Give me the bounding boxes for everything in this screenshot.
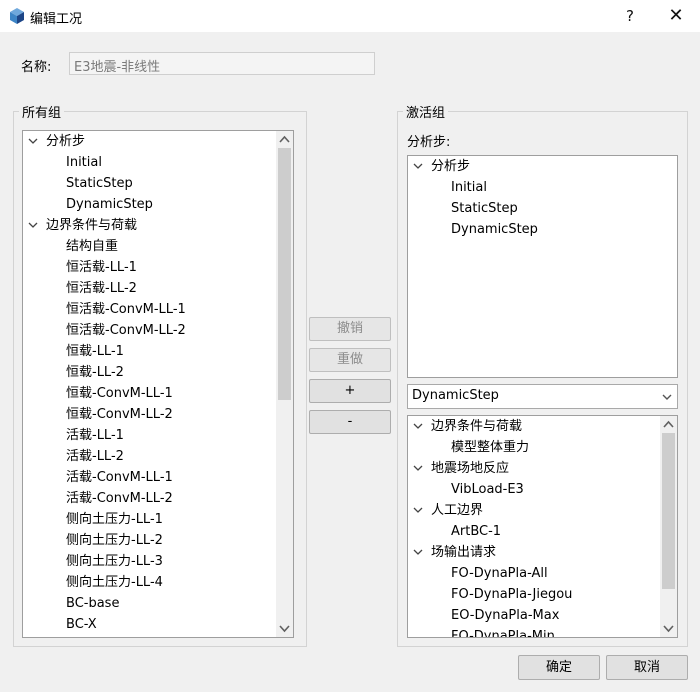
tree-item[interactable]: DynamicStep: [451, 219, 538, 240]
name-label: 名称:: [21, 60, 52, 75]
tree-group-node[interactable]: 分析步: [431, 156, 470, 177]
tree-item[interactable]: StaticStep: [451, 198, 518, 219]
tree-item[interactable]: 恒活载-ConvM-LL-1: [66, 299, 186, 320]
all-groups-title: 所有组: [19, 102, 65, 121]
chevron-down-icon[interactable]: [412, 542, 424, 563]
tree-item[interactable]: 侧向土压力-LL-3: [66, 551, 163, 572]
tree-item[interactable]: 活载-ConvM-LL-1: [66, 467, 173, 488]
tree-item[interactable]: 侧向土压力-LL-1: [66, 509, 163, 530]
cancel-button[interactable]: 取消: [606, 655, 688, 680]
chevron-down-icon[interactable]: [27, 215, 39, 236]
tree-item[interactable]: VibLoad-E3: [451, 479, 524, 500]
active-steps-tree[interactable]: 分析步 Initial StaticStep DynamicStep: [407, 155, 678, 378]
scroll-thumb[interactable]: [278, 148, 291, 400]
tree-item[interactable]: 恒载-ConvM-LL-2: [66, 404, 173, 425]
tree-item[interactable]: Initial: [451, 177, 487, 198]
tree-item[interactable]: EO-DynaPla-Max: [451, 605, 559, 626]
tree-group-node[interactable]: 边界条件与荷载: [431, 416, 522, 437]
tree-item[interactable]: FO-DynaPla-Jiegou: [451, 584, 572, 605]
undo-button[interactable]: 撤销: [309, 317, 391, 341]
tree-item[interactable]: 恒载-LL-1: [66, 341, 124, 362]
tree-item[interactable]: ArtBC-1: [451, 521, 501, 542]
cube-icon: [10, 8, 24, 24]
tree-item[interactable]: 恒活载-LL-2: [66, 278, 137, 299]
help-button[interactable]: ?: [608, 0, 652, 32]
tree-item[interactable]: 恒载-ConvM-LL-1: [66, 383, 173, 404]
remove-button[interactable]: -: [309, 410, 391, 434]
tree-item[interactable]: Initial: [66, 152, 102, 173]
tree-item[interactable]: DynamicStep: [66, 194, 153, 215]
tree-item[interactable]: 活载-LL-1: [66, 425, 124, 446]
tree-group-node[interactable]: 分析步: [46, 131, 85, 152]
tree-item[interactable]: FO-DynaPla-All: [451, 563, 548, 584]
scroll-up-icon[interactable]: [276, 131, 293, 148]
tree-group-node[interactable]: 人工边界: [431, 500, 483, 521]
scroll-up-icon[interactable]: [660, 416, 677, 433]
name-field[interactable]: E3地震-非线性: [69, 52, 375, 75]
step-select-value: DynamicStep: [412, 388, 499, 403]
tree-item[interactable]: 侧向土压力-LL-2: [66, 530, 163, 551]
tree-item[interactable]: 恒活载-ConvM-LL-2: [66, 320, 186, 341]
tree-item[interactable]: 活载-LL-2: [66, 446, 124, 467]
tree-item[interactable]: 活载-ConvM-LL-2: [66, 488, 173, 509]
tree-item[interactable]: FO-DynaPla-Min: [451, 626, 555, 637]
tree-item[interactable]: 恒活载-LL-1: [66, 257, 137, 278]
add-button[interactable]: +: [309, 379, 391, 403]
scroll-down-icon[interactable]: [660, 620, 677, 637]
close-button[interactable]: ✕: [654, 0, 698, 32]
tree-item[interactable]: 模型整体重力: [451, 437, 529, 458]
chevron-down-icon[interactable]: [412, 458, 424, 479]
scroll-thumb[interactable]: [662, 433, 675, 589]
step-select[interactable]: DynamicStep: [407, 384, 678, 409]
active-groups-tree[interactable]: 边界条件与荷载 模型整体重力 地震场地反应 VibLoad-E3 人工边界 ArtBC-1…: [407, 415, 678, 638]
active-groups-scrollbar[interactable]: [660, 416, 677, 637]
chevron-down-icon[interactable]: [27, 131, 39, 152]
tree-item[interactable]: BC-base: [66, 593, 119, 614]
tree-item[interactable]: 结构自重: [66, 236, 118, 257]
all-groups-scrollbar[interactable]: [276, 131, 293, 637]
tree-item[interactable]: BC-X: [66, 614, 97, 635]
chevron-down-icon[interactable]: [412, 156, 424, 177]
tree-group-node[interactable]: 边界条件与荷载: [46, 215, 137, 236]
tree-item[interactable]: 侧向土压力-LL-4: [66, 572, 163, 593]
redo-button[interactable]: 重做: [309, 348, 391, 372]
tree-group-node[interactable]: 场输出请求: [431, 542, 496, 563]
tree-group-node[interactable]: 地震场地反应: [431, 458, 509, 479]
title-bar: 编辑工况 ? ✕: [0, 0, 700, 32]
tree-item[interactable]: 恒载-LL-2: [66, 362, 124, 383]
chevron-down-icon: [662, 394, 672, 400]
ok-button[interactable]: 确定: [518, 655, 600, 680]
active-groups-title: 激活组: [403, 102, 449, 121]
scroll-down-icon[interactable]: [276, 620, 293, 637]
all-groups-tree[interactable]: 分析步 Initial StaticStep DynamicStep 边界条件与荷载 结构…: [22, 130, 294, 638]
tree-item[interactable]: StaticStep: [66, 173, 133, 194]
chevron-down-icon[interactable]: [412, 500, 424, 521]
chevron-down-icon[interactable]: [412, 416, 424, 437]
steps-label: 分析步:: [407, 135, 451, 150]
window-title: 编辑工况: [30, 12, 83, 27]
